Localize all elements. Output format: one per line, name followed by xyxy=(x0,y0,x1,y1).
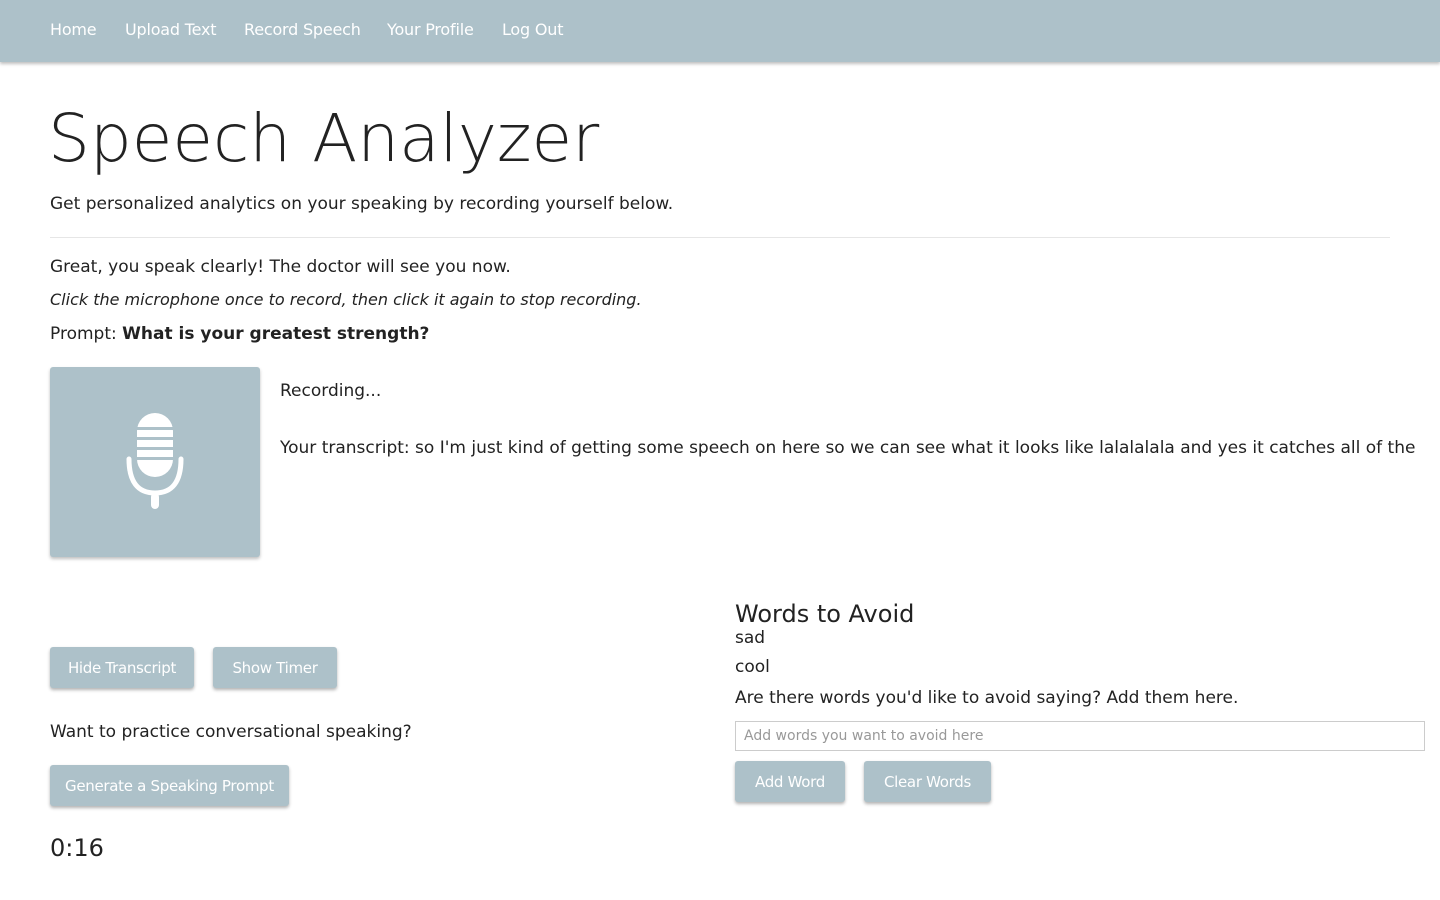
divider xyxy=(50,237,1390,238)
clear-words-button[interactable]: Clear Words xyxy=(864,761,991,802)
page-title: Speech Analyzer xyxy=(48,100,600,177)
avoid-word-item: cool xyxy=(735,657,770,677)
page-subtitle: Get personalized analytics on your speak… xyxy=(50,194,674,214)
prompt-text: What is your greatest strength? xyxy=(122,324,430,344)
feedback-message: Great, you speak clearly! The doctor wil… xyxy=(50,257,511,277)
show-timer-button[interactable]: Show Timer xyxy=(213,647,337,688)
microphone-icon xyxy=(126,413,184,509)
nav-record-speech[interactable]: Record Speech xyxy=(244,20,361,39)
avoid-word-item: sad xyxy=(735,628,766,648)
words-to-avoid-heading: Words to Avoid xyxy=(735,600,915,628)
nav-upload-text[interactable]: Upload Text xyxy=(125,20,217,39)
generate-prompt-button[interactable]: Generate a Speaking Prompt xyxy=(50,765,289,806)
hide-transcript-button[interactable]: Hide Transcript xyxy=(50,647,194,688)
recording-status: Recording... xyxy=(280,381,382,401)
avoid-word-input[interactable] xyxy=(735,721,1425,751)
record-instruction: Click the microphone once to record, the… xyxy=(50,290,642,309)
nav-your-profile[interactable]: Your Profile xyxy=(387,20,474,39)
prompt-line: Prompt: What is your greatest strength? xyxy=(50,324,429,344)
nav-home[interactable]: Home xyxy=(50,20,97,39)
top-navbar: Home Upload Text Record Speech Your Prof… xyxy=(0,0,1440,62)
practice-question: Want to practice conversational speaking… xyxy=(50,722,412,742)
record-microphone-button[interactable] xyxy=(50,367,260,557)
add-word-button[interactable]: Add Word xyxy=(735,761,845,802)
nav-log-out[interactable]: Log Out xyxy=(502,20,563,39)
prompt-label: Prompt: xyxy=(50,324,123,344)
avoid-words-help: Are there words you'd like to avoid sayi… xyxy=(735,688,1239,708)
transcript-text: Your transcript: so I'm just kind of get… xyxy=(280,438,1416,458)
timer-display: 0:16 xyxy=(50,834,104,862)
